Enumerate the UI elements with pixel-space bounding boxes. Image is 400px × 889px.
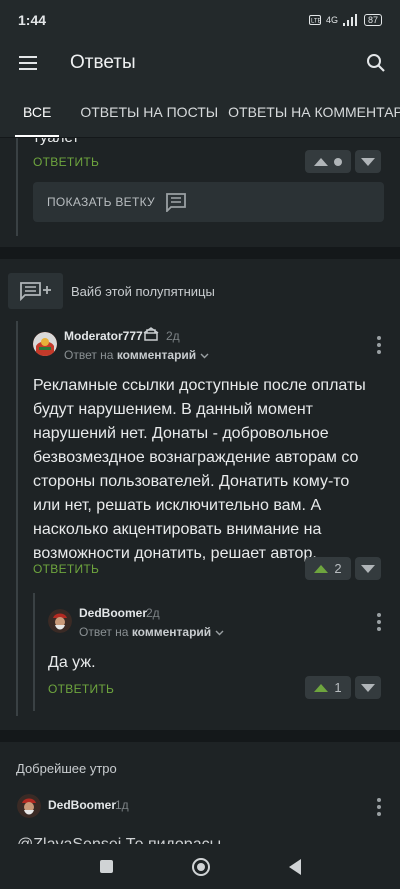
comment-text: Да уж.	[48, 654, 96, 671]
home-button[interactable]	[191, 857, 210, 876]
reply-button[interactable]: ОТВЕТИТЬ	[33, 155, 99, 169]
reply-target-link[interactable]: комментарий	[117, 348, 196, 362]
upvote-icon	[314, 683, 329, 692]
back-button[interactable]	[288, 858, 301, 875]
reply-target-link[interactable]: комментарий	[132, 625, 211, 639]
network-type: 4G	[325, 15, 338, 25]
post-title[interactable]: Вайб этой полупятницы	[71, 284, 215, 299]
comment-text-partial: @ZlayaSensei Те пидорасы	[17, 833, 221, 844]
upvote-button[interactable]: 1	[305, 676, 351, 699]
tab-post-replies[interactable]: ОТВЕТЫ НА ПОСТЫ	[80, 86, 218, 137]
comment-text: Рекламные ссылки доступные после оплаты …	[33, 377, 366, 562]
show-branch-label: ПОКАЗАТЬ ВЕТКУ	[47, 195, 155, 209]
thread-line	[16, 321, 18, 716]
reply-meta: Ответ на комментарий	[79, 625, 224, 639]
downvote-icon	[361, 683, 375, 692]
page-title: Ответы	[70, 52, 136, 73]
add-comment-button[interactable]	[8, 273, 63, 309]
thread-line	[16, 138, 18, 236]
tab-bar: ВСЕ ОТВЕТЫ НА ПОСТЫ ОТВЕТЫ НА КОММЕНТАРИ…	[0, 86, 400, 138]
more-options-icon[interactable]	[377, 336, 381, 354]
battery-icon: 87	[363, 14, 382, 26]
comment-icon	[166, 193, 186, 212]
vote-count: 2	[334, 561, 342, 576]
status-time: 1:44	[18, 12, 47, 28]
downvote-icon	[361, 157, 375, 166]
recents-button[interactable]	[99, 860, 113, 873]
username[interactable]: DedBoomer	[79, 606, 147, 620]
chevron-down-icon[interactable]	[215, 630, 224, 636]
avatar[interactable]	[48, 609, 72, 633]
comment-time: 1д	[115, 798, 129, 812]
divider	[0, 730, 400, 742]
thread-line	[33, 593, 35, 711]
tab-all[interactable]: ВСЕ	[14, 86, 60, 137]
vote-count: 1	[334, 680, 342, 695]
divider	[0, 247, 400, 259]
vote-controls: 1	[305, 676, 381, 699]
chevron-down-icon[interactable]	[200, 353, 209, 359]
upvote-button[interactable]	[305, 150, 351, 173]
svg-text:LTE: LTE	[311, 19, 321, 25]
upvote-button[interactable]: 2	[305, 557, 351, 580]
moderator-badge-icon	[143, 327, 159, 341]
downvote-icon	[361, 564, 375, 573]
status-bar: 1:44 LTE 4G 87	[0, 0, 400, 40]
reply-button[interactable]: ОТВЕТИТЬ	[33, 562, 99, 576]
more-options-icon[interactable]	[377, 798, 381, 816]
post-title[interactable]: Добрейшее утро	[16, 761, 117, 776]
reply-button[interactable]: ОТВЕТИТЬ	[48, 682, 114, 696]
upvote-icon	[314, 564, 329, 573]
comment-time: 2д	[146, 606, 160, 620]
vote-controls	[305, 150, 381, 173]
neutral-dot-icon	[334, 157, 342, 166]
upvote-icon	[314, 157, 328, 166]
reply-meta-prefix: Ответ на	[79, 625, 129, 639]
add-comment-icon	[19, 282, 51, 301]
more-options-icon[interactable]	[377, 613, 381, 631]
reply-meta-prefix: Ответ на	[64, 348, 114, 362]
app-bar: Ответы	[0, 40, 400, 86]
comment-time: 2д	[166, 329, 180, 343]
username[interactable]: DedBoomer	[48, 798, 116, 812]
reply-meta: Ответ на комментарий	[64, 348, 209, 362]
status-icons: LTE 4G 87	[308, 14, 382, 26]
search-icon[interactable]	[352, 53, 400, 73]
tab-comment-replies[interactable]: ОТВЕТЫ НА КОММЕНТАРИИ	[228, 86, 400, 137]
username[interactable]: Moderator777	[64, 329, 143, 343]
downvote-button[interactable]	[355, 150, 381, 173]
hamburger-menu-icon[interactable]	[0, 55, 56, 71]
signal-icon	[342, 14, 357, 26]
show-branch-button[interactable]: ПОКАЗАТЬ ВЕТКУ	[33, 182, 384, 222]
avatar[interactable]	[33, 332, 57, 356]
avatar[interactable]	[17, 794, 41, 818]
downvote-button[interactable]	[355, 557, 381, 580]
downvote-button[interactable]	[355, 676, 381, 699]
vote-controls: 2	[305, 557, 381, 580]
comment-text-fragment: туалет	[33, 138, 79, 150]
system-nav-bar	[0, 844, 400, 889]
replies-feed: туалет ОТВЕТИТЬ ПОКАЗАТЬ ВЕТКУ Вайб этой…	[0, 138, 400, 844]
volte-icon: LTE	[308, 15, 321, 25]
